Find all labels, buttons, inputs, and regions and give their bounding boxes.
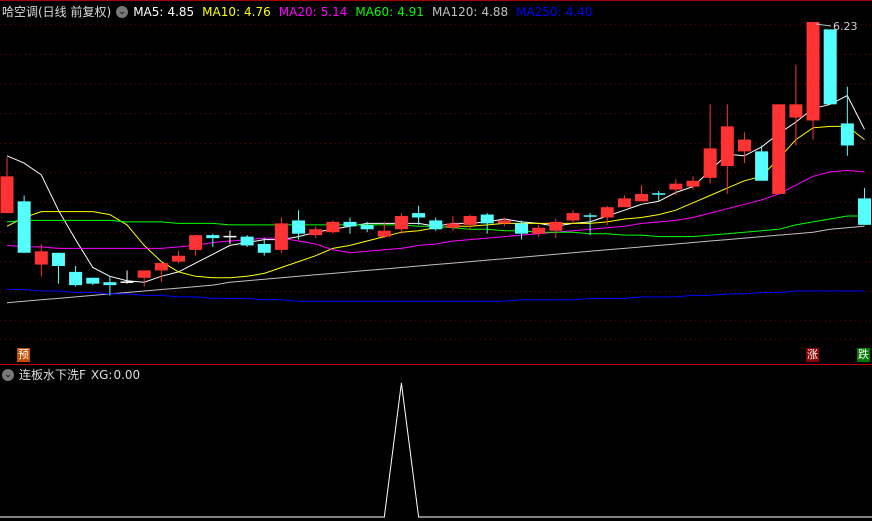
candle-body [669,183,683,190]
ma-legend-item: MA120: 4.88 [432,5,508,19]
forecast-tag: 预 [17,348,30,362]
candle-body [720,126,734,167]
ma-legend: MA5: 4.85 MA10: 4.76 MA20: 5.14 MA60: 4.91 MA120… [133,5,592,19]
ma-value: 4.85 [167,4,195,19]
candle-body [326,221,340,233]
candle-body [17,201,31,253]
max-price-label: 6.23 [833,20,858,33]
candle-body [789,104,803,118]
candle-body [806,21,820,121]
candle-body [240,236,254,246]
ma-label: MA5: [133,4,164,19]
candle-body [635,193,649,202]
panel-separator[interactable] [0,364,872,365]
ma-value: 4.88 [481,4,509,19]
ma-value: 4.91 [397,4,424,19]
candle-body [737,139,751,152]
ma-value: 5.14 [320,4,348,19]
ma-legend-item: MA60: 4.91 [355,5,424,19]
ma-label: MA60: [355,4,394,19]
chevron-down-icon[interactable]: ⌄ [116,5,129,18]
candle-body [86,277,100,284]
candle-body [0,176,14,214]
xg-value: 0.00 [113,367,141,382]
ma-value: 4.40 [565,4,593,19]
candle-body [51,252,65,267]
candle-body [566,213,580,221]
ma-legend-item: MA10: 4.76 [202,5,271,19]
stock-title: 哈空调(日线 前复权) [2,5,112,19]
up-tag: 涨 [806,348,819,362]
candle-body [360,224,374,230]
candle-body [189,235,203,250]
candle-body [103,282,117,286]
candle-body [206,235,220,239]
chevron-down-icon[interactable]: ⌄ [2,368,14,381]
candle-body [34,251,48,265]
xg-line [0,382,872,518]
indicator-name: 连板水下洗F [19,368,86,382]
down-tag: 跌 [857,348,870,362]
candle-body [497,220,511,224]
candle-body [446,223,460,228]
ma-line-ma20 [6,169,865,254]
candle-body [823,29,837,105]
candle-body [257,243,271,253]
ma-label: MA250: [516,4,562,19]
candle-body [154,263,168,271]
candle-body [412,213,426,218]
xg-label: XG: [90,367,113,382]
ma-line-ma5 [6,94,865,283]
candlestick-chart[interactable]: 6.23 [0,0,872,521]
candle-body [377,230,391,237]
indicator-header: ⌄ 连板水下洗F XG: 0.00 [2,366,140,383]
candle-body [480,214,494,224]
candle-body [274,223,288,250]
ma-legend-item: MA250: 4.40 [516,5,592,19]
candle-body [772,104,786,194]
ma-label: MA10: [202,4,241,19]
candle-body [532,227,546,234]
ma-value: 4.76 [244,4,271,19]
ma-label: MA120: [431,4,478,19]
candle-body [703,148,717,178]
candle-body [394,216,408,230]
ma-label: MA20: [278,4,317,19]
ma-legend-item: MA5: 4.85 [133,5,194,19]
candle-body [309,229,323,236]
candle-body [600,207,614,218]
candle-body [69,271,83,286]
candle-body [858,198,871,225]
candle-body [463,216,477,225]
chart-header: 哈空调(日线 前复权) ⌄ MA5: 4.85 MA10: 4.76 MA20: 5.14… [2,3,592,20]
candle-body [429,220,443,230]
candle-body [549,221,563,231]
candle-body [755,151,769,181]
ma-legend-item: MA20: 5.14 [279,5,348,19]
candle-body [686,180,700,187]
candle-body [292,220,306,234]
candle-body [840,123,854,146]
candle-body [343,221,357,227]
candle-body [172,255,185,262]
candle-body [137,270,151,278]
candle-body [515,223,528,234]
candle-body [617,198,631,208]
